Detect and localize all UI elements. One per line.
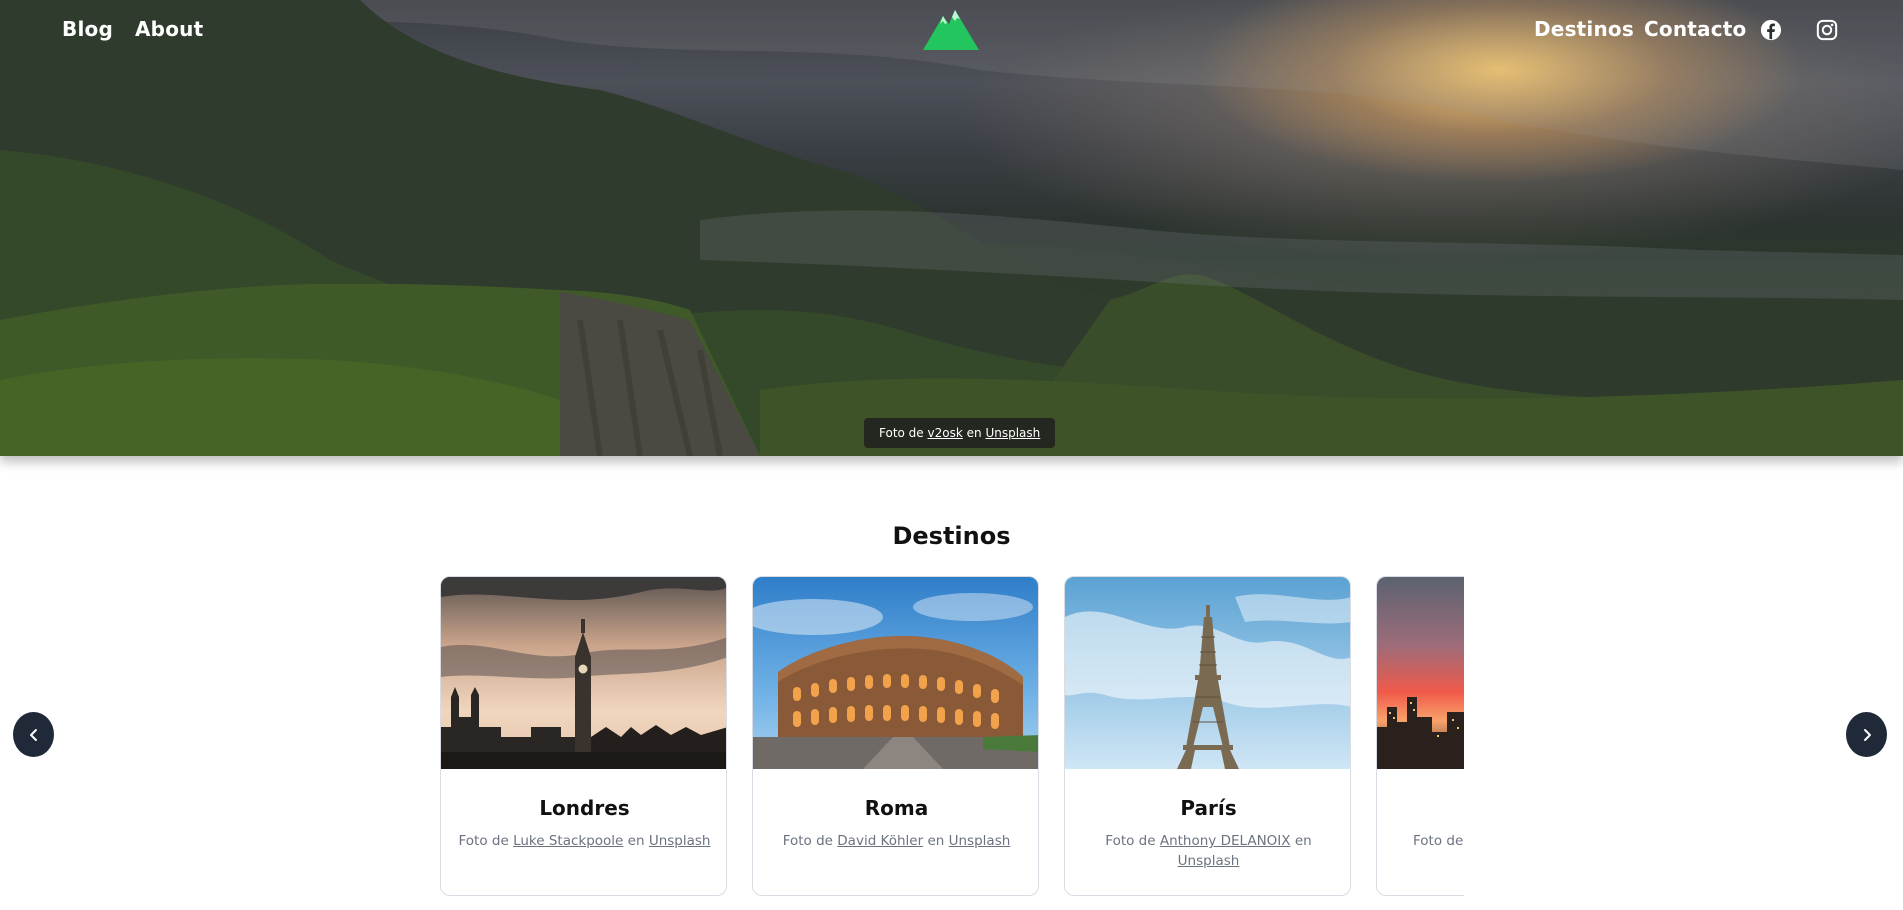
credit-prefix: Foto de <box>1105 833 1156 849</box>
chevron-right-icon <box>1863 728 1871 741</box>
credit-author-link[interactable]: Anthony DELANOIX <box>1160 833 1291 849</box>
credit-source-link[interactable]: Unsplash <box>649 833 711 849</box>
instagram-icon[interactable] <box>1816 19 1838 41</box>
credit-source-link[interactable]: Unsplash <box>1178 853 1240 869</box>
credit-source-link[interactable]: Unsplash <box>985 426 1040 440</box>
mountain-logo-icon[interactable] <box>921 4 981 52</box>
card-photo-credit: Foto de David Köhler en Unsplash <box>767 831 1026 851</box>
credit-prefix: Foto de <box>458 833 509 849</box>
card-photo-credit: Foto de <box>1413 831 1464 851</box>
hero-banner: Blog About Destinos Contacto Foto de v2o… <box>0 0 1903 456</box>
credit-middle: en <box>927 833 945 849</box>
hero-photo-credit: Foto de v2osk en Unsplash <box>864 418 1056 448</box>
card-photo-credit: Foto de Anthony DELANOIX en Unsplash <box>1079 831 1338 871</box>
hero-landscape-image <box>0 0 1903 456</box>
credit-author-link[interactable]: David Köhler <box>837 833 923 849</box>
carousel-next-button[interactable] <box>1846 712 1887 757</box>
nav-link-contacto[interactable]: Contacto <box>1644 17 1746 41</box>
credit-prefix: Foto de <box>879 426 924 440</box>
credit-prefix: Foto de <box>782 833 833 849</box>
section-title-destinos: Destinos <box>892 522 1011 550</box>
nav-link-destinos[interactable]: Destinos <box>1534 17 1634 41</box>
chevron-left-icon <box>29 728 37 741</box>
photo-partial <box>1377 577 1464 769</box>
nav-link-about[interactable]: About <box>135 17 203 41</box>
photo-paris <box>1065 577 1350 769</box>
card-photo-credit: Foto de Luke Stackpoole en Unsplash <box>455 831 714 851</box>
photo-roma <box>753 577 1038 769</box>
credit-author-link[interactable]: v2osk <box>928 426 963 440</box>
carousel-prev-button[interactable] <box>13 712 54 757</box>
destination-card-partial[interactable]: Foto de <box>1376 576 1464 896</box>
card-title: París <box>1180 796 1237 820</box>
credit-middle: en <box>1294 833 1312 849</box>
destinations-carousel: Londres Foto de Luke Stackpoole en Unspl… <box>440 576 1464 910</box>
credit-source-link[interactable]: Unsplash <box>949 833 1011 849</box>
card-title: Roma <box>864 796 929 820</box>
facebook-icon[interactable] <box>1760 19 1782 41</box>
nav-link-blog[interactable]: Blog <box>62 17 113 41</box>
destination-card-roma[interactable]: Roma Foto de David Köhler en Unsplash <box>752 576 1039 896</box>
credit-middle: en <box>627 833 645 849</box>
credit-middle: en <box>966 426 982 440</box>
card-title: Londres <box>539 796 630 820</box>
photo-londres <box>441 577 726 769</box>
credit-author-link[interactable]: Luke Stackpoole <box>513 833 623 849</box>
destination-card-paris[interactable]: París Foto de Anthony DELANOIX en Unspla… <box>1064 576 1351 896</box>
top-navigation: Blog About Destinos Contacto <box>0 0 1903 62</box>
destination-card-londres[interactable]: Londres Foto de Luke Stackpoole en Unspl… <box>440 576 727 896</box>
credit-prefix: Foto de <box>1413 833 1464 849</box>
